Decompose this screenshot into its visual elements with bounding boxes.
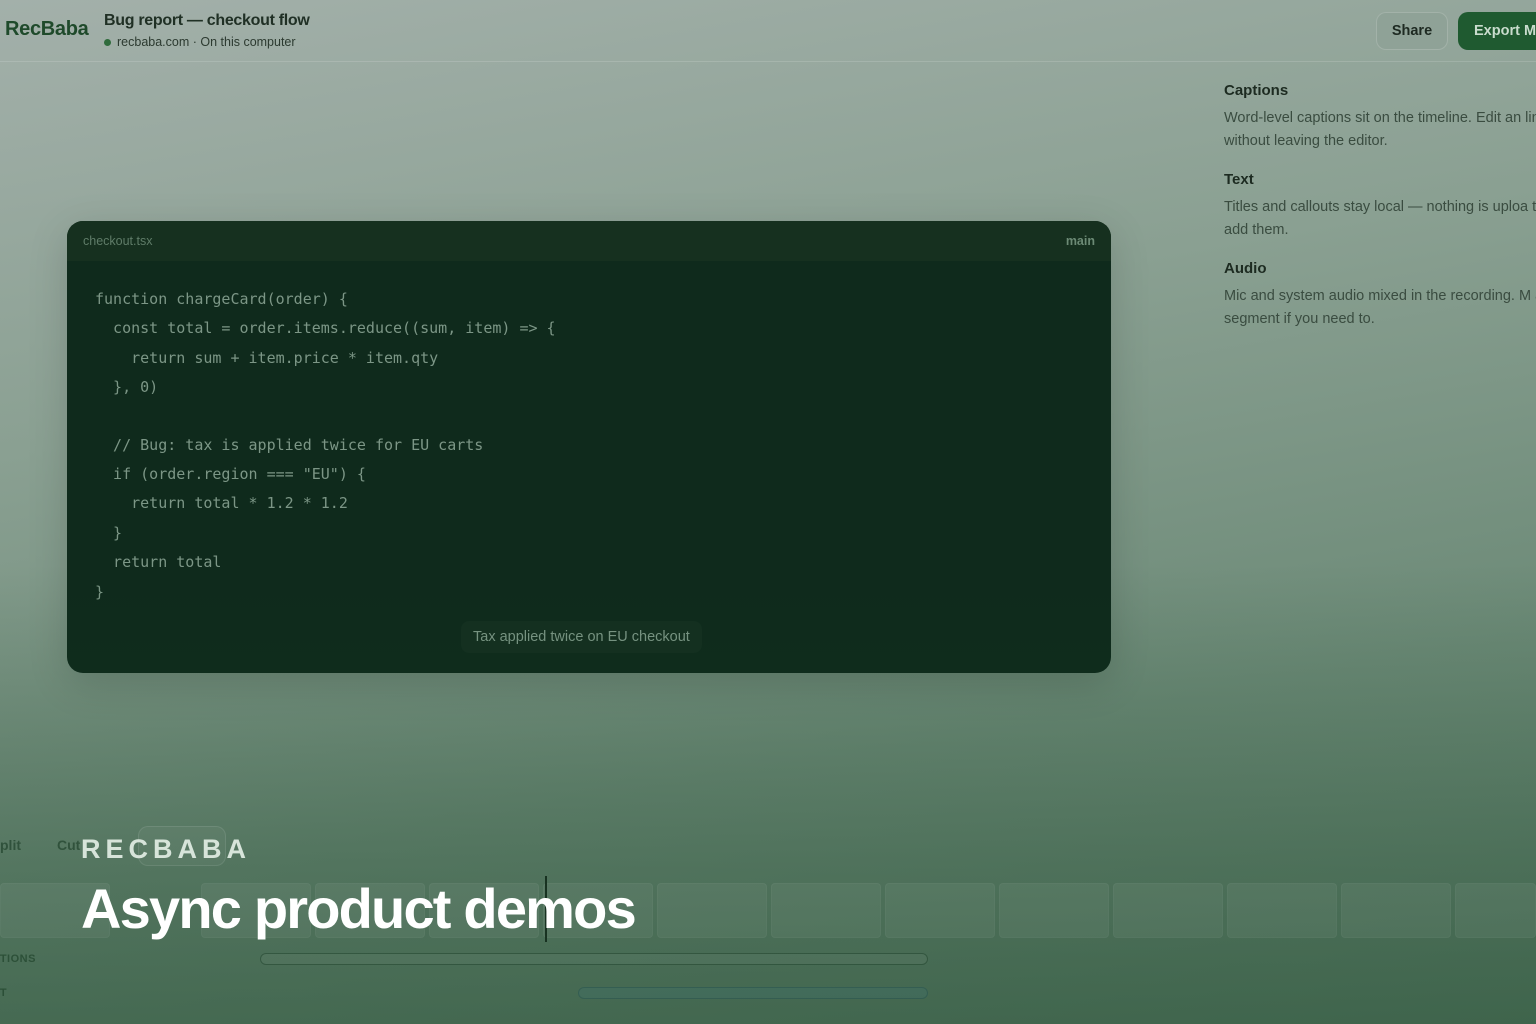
status-dot-icon: [104, 38, 111, 46]
brand-logo[interactable]: RecBaba: [5, 18, 89, 41]
branch-name: main: [1065, 234, 1095, 248]
code-card-header: checkout.tsx main: [67, 221, 1111, 261]
code-block: function chargeCard(order) { const total…: [95, 285, 556, 607]
editor-app: RecBaba Bug report — checkout flow recba…: [0, 0, 1536, 1024]
file-name: checkout.tsx: [83, 234, 153, 248]
code-line: }: [95, 523, 123, 542]
overlay-eyebrow: RECBABA: [81, 834, 251, 864]
code-line: return sum + item.price * item.qty: [95, 348, 439, 367]
panel-section-audio: Audio Mic and system audio mixed in the …: [1224, 260, 1536, 331]
panel-section-text: Text Titles and callouts stay local — no…: [1224, 171, 1536, 242]
code-line: function chargeCard(order) {: [95, 290, 348, 308]
video-frame-thumb: [999, 883, 1109, 938]
panel-body: Mic and system audio mixed in the record…: [1224, 288, 1536, 327]
panel-body: Titles and callouts stay local — nothing…: [1224, 199, 1536, 238]
overlay-headline: Async product demos: [81, 877, 637, 940]
panel-body: Word-level captions sit on the timeline.…: [1224, 110, 1536, 149]
caption-segment[interactable]: [260, 953, 928, 965]
code-line: }, 0): [95, 378, 159, 397]
share-button[interactable]: Share: [1376, 12, 1448, 50]
panel-heading: Audio: [1224, 260, 1267, 277]
code-line: if (order.region === "EU") {: [95, 464, 366, 483]
code-line: return total * 1.2 * 1.2: [95, 494, 348, 513]
code-line: }: [95, 582, 105, 601]
text-segment[interactable]: [578, 987, 928, 999]
top-bar: RecBaba Bug report — checkout flow recba…: [0, 0, 1536, 62]
cut-tool[interactable]: Cut: [57, 837, 80, 853]
panel-section-captions: Captions Word-level captions sit on the …: [1224, 82, 1536, 153]
info-panel: Captions Word-level captions sit on the …: [1224, 82, 1536, 349]
video-frame-thumb: [1113, 883, 1223, 938]
project-title[interactable]: Bug report — checkout flow: [104, 12, 310, 30]
video-frame-thumb: [771, 883, 881, 938]
captions-track-label: PTIONS: [0, 953, 36, 965]
caption-overlay[interactable]: Tax applied twice on EU checkout: [461, 621, 702, 653]
video-frame-thumb: [885, 883, 995, 938]
panel-heading: Text: [1224, 171, 1254, 188]
panel-heading: Captions: [1224, 82, 1289, 99]
code-line: // Bug: tax is applied twice for EU cart…: [95, 435, 484, 454]
video-frame-thumb: [1227, 883, 1337, 938]
code-line: const total = order.items.reduce((sum, i…: [95, 319, 556, 338]
code-preview-card[interactable]: checkout.tsx main function chargeCard(or…: [67, 221, 1111, 673]
split-tool[interactable]: plit: [0, 837, 21, 853]
video-frame-thumb: [657, 883, 767, 938]
project-meta: recbaba.com · On this computer: [104, 35, 296, 49]
text-track-label: XT: [0, 987, 8, 999]
project-location: recbaba.com · On this computer: [117, 35, 296, 49]
video-frame-thumb: [1341, 883, 1451, 938]
export-button[interactable]: Export M: [1458, 12, 1536, 50]
video-frame-thumb: [1455, 883, 1536, 938]
code-line: return total: [95, 553, 222, 572]
